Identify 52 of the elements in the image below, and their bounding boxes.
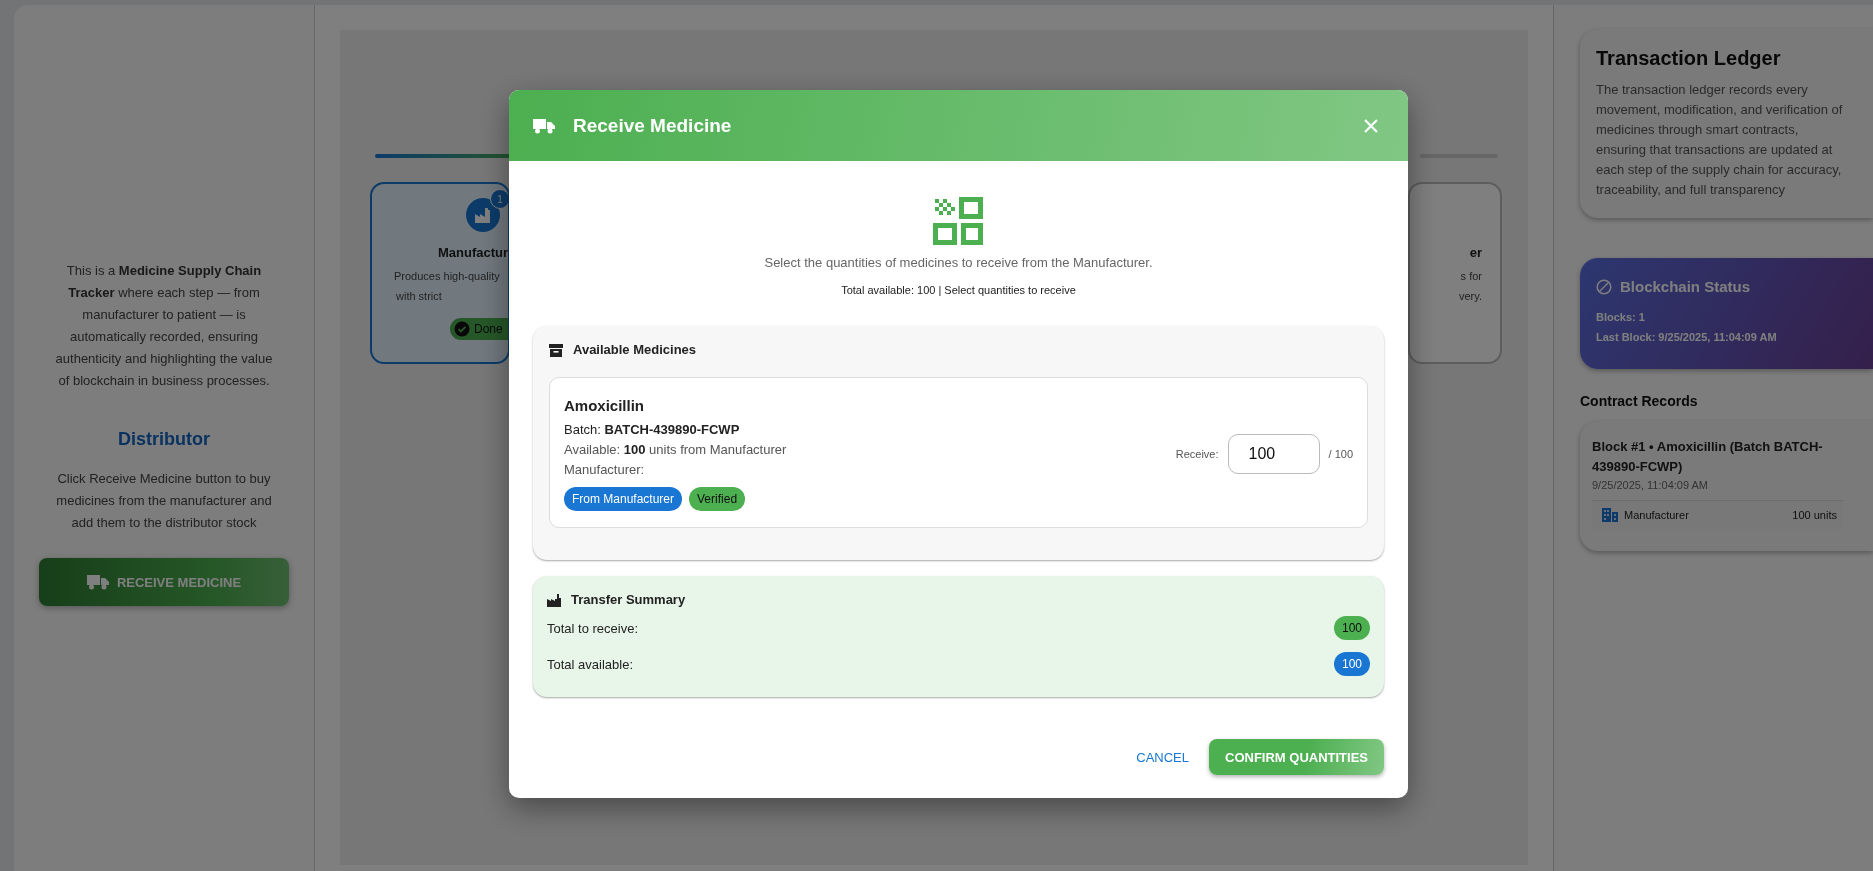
confirm-button[interactable]: CONFIRM QUANTITIES [1209, 739, 1384, 775]
close-icon [1363, 117, 1379, 134]
step-description: with strict [396, 290, 442, 302]
quantity-input[interactable]: 100 [1227, 433, 1320, 474]
step-description: very. [1458, 290, 1482, 302]
building-icon [1602, 508, 1618, 522]
max-quantity: / 100 [1328, 447, 1353, 460]
records-heading: Contract Records [1580, 393, 1699, 409]
summary-label: Total to receive: [547, 620, 639, 636]
manufacturer-text: Manufacturer: [564, 461, 646, 479]
step-description: s for [1460, 270, 1482, 282]
summary-label: Total available: [547, 656, 633, 672]
section-title: Available Medicines [573, 342, 697, 357]
party-name: Manufacturer [1624, 509, 1689, 521]
status-pill: Done [450, 318, 508, 340]
role-title: Distributor [118, 428, 210, 450]
record-title: Block #1 • Amoxicillin (Batch BATCH-439890-FCWP) [1592, 438, 1824, 476]
truck-icon [86, 574, 109, 590]
step-title: Manufactur [437, 245, 508, 260]
party-amount: 100 units [1792, 509, 1837, 521]
step-title: er [1469, 245, 1482, 260]
dialog-title: Receive Medicine [573, 114, 733, 137]
status-title: Blockchain Status [1620, 278, 1751, 295]
batch-text: Batch: BATCH-439890-FCWP [564, 421, 741, 439]
medicine-name: Amoxicillin [564, 396, 646, 416]
intro-text: This is a Medicine Supply Chain Tracker where each step — from manufacturer to patient — is automatically recorded, ensuring authenticity and highlighting the value of blockchain in business processes. [54, 262, 274, 390]
summary-value: 100 [1333, 616, 1370, 640]
step-number: 1 [490, 189, 508, 209]
cancel-button[interactable]: CANCEL [1130, 741, 1195, 773]
receive-medicine-button[interactable]: RECEIVE MEDICINE [39, 558, 289, 606]
receive-label: Receive: [1175, 447, 1219, 460]
available-text: Available: 100 units from Manufacturer [564, 441, 788, 459]
instruction-text: Select the quantities of medicines to receive from the Manufacturer. [764, 255, 1153, 270]
step-description: Produces high-quality [394, 270, 500, 282]
check-circle-icon [454, 321, 470, 337]
availability-summary: Total available: 100 | Select quantities to receive [841, 284, 1076, 296]
status-text: Blocks: 1 [1596, 310, 1646, 325]
ledger-title: Transaction Ledger [1596, 47, 1782, 70]
factory-icon [466, 198, 500, 232]
factory-icon [547, 592, 561, 607]
section-title: Transfer Summary [571, 592, 686, 607]
qr-code-icon [932, 195, 985, 247]
role-description: Click Receive Medicine button to buy medicines from the manufacturer and add them to the distributor stock [55, 470, 273, 532]
truck-icon [533, 117, 555, 134]
block-icon [1596, 278, 1612, 295]
record-time: 9/25/2025, 11:04:09 AM [1592, 479, 1709, 491]
archive-icon [549, 342, 563, 357]
status-text: Last Block: 9/25/2025, 11:04:09 AM [1596, 330, 1778, 345]
tag: From Manufacturer [564, 487, 683, 511]
tag: Verified [689, 487, 746, 511]
summary-value: 100 [1333, 652, 1370, 676]
ledger-description: The transaction ledger records every movement, modification, and verification of medicines through smart contracts, ensuring that transactions are updated at each step of the supply chain for accuracy, traceability, and full transparency [1596, 81, 1844, 199]
